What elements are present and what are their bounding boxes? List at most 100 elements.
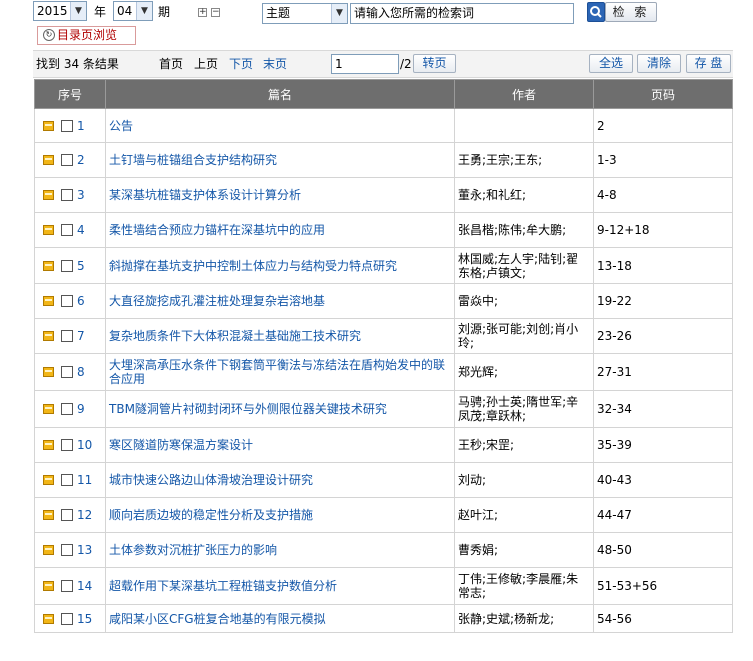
document-icon[interactable]	[43, 475, 54, 485]
article-title-link[interactable]: 土体参数对沉桩扩张压力的影响	[105, 532, 455, 568]
author-cell: 王秒;宋罡;	[454, 427, 594, 463]
table-row: 3 某深基坑桩锚支护体系设计计算分析 董永;和礼红; 4-8	[34, 177, 733, 213]
article-title-link[interactable]: 寒区隧道防寒保温方案设计	[105, 427, 455, 463]
search-input[interactable]: 请输入您所需的检索词	[350, 3, 574, 24]
expand-all-icon[interactable]: +	[198, 8, 207, 17]
seq-cell: 12	[34, 497, 106, 533]
article-title-link[interactable]: 大直径旋挖成孔灌注桩处理复杂岩溶地基	[105, 283, 455, 319]
seq-cell: 4	[34, 212, 106, 248]
document-icon[interactable]	[43, 367, 54, 377]
article-title-link[interactable]: 咸阳某小区CFG桩复合地基的有限元模拟	[105, 604, 455, 633]
document-icon[interactable]	[43, 260, 54, 271]
document-icon[interactable]	[43, 190, 54, 200]
article-title-link[interactable]: 超载作用下某深基坑工程桩锚支护数值分析	[105, 567, 455, 605]
pages-cell: 4-8	[593, 177, 733, 213]
article-title-link[interactable]: 土钉墙与桩锚组合支护结构研究	[105, 142, 455, 178]
document-icon[interactable]	[43, 581, 54, 591]
row-checkbox[interactable]	[61, 154, 73, 166]
pages-cell: 44-47	[593, 497, 733, 533]
author-cell	[454, 108, 594, 143]
row-number: 1	[77, 118, 85, 133]
author-cell: 马骋;孙士英;隋世军;辛凤茂;章跃林;	[454, 390, 594, 428]
row-checkbox[interactable]	[61, 580, 73, 592]
collapse-all-icon[interactable]: −	[211, 8, 220, 17]
pages-cell: 51-53+56	[593, 567, 733, 605]
row-checkbox[interactable]	[61, 189, 73, 201]
year-select[interactable]: 2015 ▼	[33, 1, 87, 21]
document-icon[interactable]	[43, 510, 54, 520]
seq-cell: 15	[34, 604, 106, 633]
toc-browse-button[interactable]: ↻ 目录页浏览	[37, 26, 136, 45]
article-title-link[interactable]: 公告	[105, 108, 455, 143]
row-checkbox[interactable]	[61, 439, 73, 451]
issue-label: 期	[158, 5, 171, 19]
row-checkbox[interactable]	[61, 295, 73, 307]
results-toolbar: 找到 34 条结果 首页 上页 下页 末页 1 /2 转页 全选 清除 存 盘	[33, 50, 733, 78]
document-icon[interactable]	[43, 331, 54, 341]
last-page-link[interactable]: 末页	[263, 56, 287, 72]
document-icon[interactable]	[43, 155, 54, 165]
document-icon[interactable]	[43, 545, 54, 555]
search-icon[interactable]	[587, 2, 605, 22]
issue-select[interactable]: 04 ▼	[113, 1, 153, 21]
article-title-link[interactable]: 大埋深高承压水条件下钢套筒平衡法与冻结法在盾构始发中的联合应用	[105, 353, 455, 391]
seq-cell: 3	[34, 177, 106, 213]
pages-cell: 19-22	[593, 283, 733, 319]
save-button[interactable]: 存 盘	[686, 54, 731, 73]
table-row: 8 大埋深高承压水条件下钢套筒平衡法与冻结法在盾构始发中的联合应用 郑光辉; 27-3…	[34, 353, 733, 391]
seq-cell: 7	[34, 318, 106, 354]
row-checkbox[interactable]	[61, 330, 73, 342]
document-icon[interactable]	[43, 120, 54, 131]
row-checkbox[interactable]	[61, 544, 73, 556]
row-checkbox[interactable]	[61, 366, 73, 378]
seq-cell: 2	[34, 142, 106, 178]
row-checkbox[interactable]	[61, 224, 73, 236]
author-cell: 张昌楷;陈伟;牟大鹏;	[454, 212, 594, 248]
seq-cell: 11	[34, 462, 106, 498]
author-cell: 郑光辉;	[454, 353, 594, 391]
document-icon[interactable]	[43, 440, 54, 450]
first-page-link[interactable]: 首页	[159, 56, 183, 72]
document-icon[interactable]	[43, 225, 54, 235]
article-title-link[interactable]: 城市快速公路边山体滑坡治理设计研究	[105, 462, 455, 498]
goto-page-button[interactable]: 转页	[413, 54, 456, 73]
row-checkbox[interactable]	[61, 119, 73, 132]
next-page-link[interactable]: 下页	[229, 56, 253, 72]
row-checkbox[interactable]	[61, 612, 73, 625]
clear-button[interactable]: 清除	[637, 54, 681, 73]
article-title-link[interactable]: 复杂地质条件下大体积混凝土基础施工技术研究	[105, 318, 455, 354]
table-row: 7 复杂地质条件下大体积混凝土基础施工技术研究 刘源;张可能;刘创;肖小玲; 23-2…	[34, 318, 733, 354]
header-pages: 页码	[593, 79, 733, 109]
prev-page-link[interactable]: 上页	[194, 56, 218, 72]
table-row: 10 寒区隧道防寒保温方案设计 王秒;宋罡; 35-39	[34, 427, 733, 463]
article-title-link[interactable]: 顺向岩质边坡的稳定性分析及支护措施	[105, 497, 455, 533]
pages-cell: 9-12+18	[593, 212, 733, 248]
row-checkbox[interactable]	[61, 403, 73, 415]
seq-cell: 6	[34, 283, 106, 319]
row-checkbox[interactable]	[61, 474, 73, 486]
table-row: 1 公告 2	[34, 108, 733, 143]
refresh-icon: ↻	[43, 29, 55, 41]
article-title-link[interactable]: 斜抛撑在基坑支护中控制土体应力与结构受力特点研究	[105, 247, 455, 284]
result-count: 找到 34 条结果	[36, 57, 119, 71]
field-select[interactable]: 主题 ▼	[262, 3, 348, 24]
article-title-link[interactable]: 某深基坑桩锚支护体系设计计算分析	[105, 177, 455, 213]
issue-value: 04	[117, 4, 133, 18]
article-title-link[interactable]: TBM隧洞管片衬砌封闭环与外侧限位器关键技术研究	[105, 390, 455, 428]
seq-cell: 1	[34, 108, 106, 143]
page-number-input[interactable]: 1	[331, 54, 399, 74]
seq-cell: 8	[34, 353, 106, 391]
year-label: 年	[94, 5, 107, 19]
row-checkbox[interactable]	[61, 509, 73, 521]
row-checkbox[interactable]	[61, 259, 73, 272]
document-icon[interactable]	[43, 613, 54, 624]
chevron-down-icon: ▼	[136, 2, 152, 20]
pages-cell: 2	[593, 108, 733, 143]
document-icon[interactable]	[43, 296, 54, 306]
document-icon[interactable]	[43, 404, 54, 414]
search-button[interactable]: 检 索	[605, 2, 657, 22]
select-all-button[interactable]: 全选	[589, 54, 633, 73]
article-title-link[interactable]: 柔性墙结合预应力锚杆在深基坑中的应用	[105, 212, 455, 248]
table-row: 11 城市快速公路边山体滑坡治理设计研究 刘动; 40-43	[34, 462, 733, 498]
table-row: 14 超载作用下某深基坑工程桩锚支护数值分析 丁伟;王修敏;李晨雁;朱常志; 51-5…	[34, 567, 733, 605]
